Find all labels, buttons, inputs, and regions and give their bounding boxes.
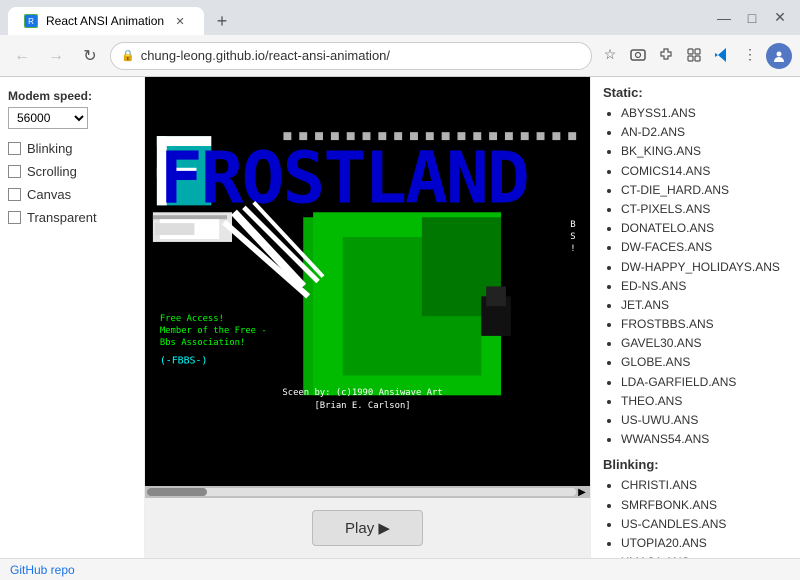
list-item[interactable]: CT-DIE_HARD.ANS: [621, 181, 788, 200]
scrollbar-track[interactable]: [147, 488, 576, 496]
scrolling-label: Scrolling: [27, 164, 77, 179]
minimize-button[interactable]: —: [712, 6, 736, 30]
browser-tab[interactable]: R React ANSI Animation ✕: [8, 7, 204, 35]
vscode-icon[interactable]: [710, 43, 734, 67]
play-button[interactable]: Play ▶: [312, 510, 423, 546]
blinking-checkbox-item[interactable]: Blinking: [8, 141, 136, 156]
list-item[interactable]: THEO.ANS: [621, 392, 788, 411]
blinking-checkbox[interactable]: [8, 142, 21, 155]
reload-button[interactable]: ↻: [76, 42, 104, 70]
svg-text:Member of the Free -: Member of the Free -: [160, 326, 267, 336]
list-item[interactable]: JET.ANS: [621, 296, 788, 315]
list-item[interactable]: DW-FACES.ANS: [621, 238, 788, 257]
list-item[interactable]: AN-D2.ANS: [621, 123, 788, 142]
window-controls: — □ ✕: [712, 6, 792, 30]
back-button[interactable]: ←: [8, 42, 36, 70]
svg-text:[Brian E. Carlson]: [Brian E. Carlson]: [314, 401, 410, 411]
more-icon[interactable]: ⋮: [738, 43, 762, 67]
github-repo-link[interactable]: GitHub repo: [10, 563, 75, 577]
list-item[interactable]: CT-PIXELS.ANS: [621, 200, 788, 219]
blinking-file-list: CHRISTI.ANS SMRFBONK.ANS US-CANDLES.ANS …: [603, 476, 788, 558]
extensions-icon[interactable]: [654, 43, 678, 67]
svg-text:R: R: [28, 17, 34, 26]
toolbar: ← → ↻ 🔒 chung-leong.github.io/react-ansi…: [0, 35, 800, 77]
modem-label: Modem speed:: [8, 89, 136, 103]
static-section-title: Static:: [603, 85, 788, 100]
list-item[interactable]: BK_KING.ANS: [621, 142, 788, 161]
scrolling-checkbox[interactable]: [8, 165, 21, 178]
bookmark-icon[interactable]: ☆: [598, 43, 622, 67]
tab-manager-icon[interactable]: [682, 43, 706, 67]
transparent-checkbox[interactable]: [8, 211, 21, 224]
svg-text:(-FBBS-): (-FBBS-): [160, 356, 208, 367]
modem-speed-select[interactable]: 56000 28800 14400 9600 2400: [8, 107, 88, 129]
bottom-bar: GitHub repo: [0, 558, 800, 580]
forward-button[interactable]: →: [42, 42, 70, 70]
ansi-art-svg: FROSTLAND Sysop is David Taylor (Frosty)…: [145, 77, 590, 486]
list-item[interactable]: LDA-GARFIELD.ANS: [621, 373, 788, 392]
address-bar[interactable]: 🔒 chung-leong.github.io/react-ansi-anima…: [110, 42, 592, 70]
list-item[interactable]: US-CANDLES.ANS: [621, 515, 788, 534]
play-area: Play ▶: [145, 498, 590, 558]
browser-frame: R React ANSI Animation ✕ + — □ ✕ ← → ↻ 🔒…: [0, 0, 800, 580]
svg-text:B: B: [570, 220, 575, 230]
list-item[interactable]: WWANS54.ANS: [621, 430, 788, 449]
canvas-checkbox[interactable]: [8, 188, 21, 201]
right-panel: Static: ABYSS1.ANS AN-D2.ANS BK_KING.ANS…: [590, 77, 800, 558]
svg-text:Free Access!: Free Access!: [160, 314, 224, 324]
static-file-list: ABYSS1.ANS AN-D2.ANS BK_KING.ANS COMICS1…: [603, 104, 788, 449]
svg-text:FROSTLAND: FROSTLAND: [160, 136, 528, 219]
list-item[interactable]: CHRISTI.ANS: [621, 476, 788, 495]
title-bar: R React ANSI Animation ✕ + — □ ✕: [0, 0, 800, 35]
list-item[interactable]: US-UWU.ANS: [621, 411, 788, 430]
maximize-button[interactable]: □: [740, 6, 764, 30]
close-button[interactable]: ✕: [768, 6, 792, 30]
lock-icon: 🔒: [121, 49, 135, 62]
tab-close-button[interactable]: ✕: [172, 13, 188, 29]
list-item[interactable]: DONATELO.ANS: [621, 219, 788, 238]
scrollbar-area: ▶: [145, 486, 590, 498]
list-item[interactable]: ED-NS.ANS: [621, 277, 788, 296]
blinking-label: Blinking: [27, 141, 73, 156]
ansi-display: FROSTLAND Sysop is David Taylor (Frosty)…: [145, 77, 590, 486]
transparent-checkbox-item[interactable]: Transparent: [8, 210, 136, 225]
scrollbar-thumb[interactable]: [147, 488, 207, 496]
scrollbar-right-button[interactable]: ▶: [576, 486, 588, 498]
main-content: Modem speed: 56000 28800 14400 9600 2400…: [0, 77, 800, 558]
canvas-checkbox-item[interactable]: Canvas: [8, 187, 136, 202]
blinking-section-title: Blinking:: [603, 457, 788, 472]
svg-text:S: S: [570, 232, 575, 242]
list-item[interactable]: ABYSS1.ANS: [621, 104, 788, 123]
tab-title: React ANSI Animation: [46, 14, 164, 28]
address-text: chung-leong.github.io/react-ansi-animati…: [141, 48, 390, 63]
profile-icon[interactable]: [766, 43, 792, 69]
tab-strip: R React ANSI Animation ✕ +: [8, 0, 236, 35]
tab-favicon: R: [24, 14, 38, 28]
toolbar-icons: ☆ ⋮: [598, 43, 792, 69]
list-item[interactable]: COMICS14.ANS: [621, 162, 788, 181]
screenshot-icon[interactable]: [626, 43, 650, 67]
list-item[interactable]: FROSTBBS.ANS: [621, 315, 788, 334]
center-panel: FROSTLAND Sysop is David Taylor (Frosty)…: [145, 77, 590, 558]
list-item[interactable]: GLOBE.ANS: [621, 353, 788, 372]
svg-text:Sceen by: (c)1990 Ansiwave Ar: Sceen by: (c)1990 Ansiwave Art: [282, 388, 442, 398]
canvas-label: Canvas: [27, 187, 71, 202]
list-item[interactable]: UTOPIA20.ANS: [621, 534, 788, 553]
scrolling-checkbox-item[interactable]: Scrolling: [8, 164, 136, 179]
svg-text:Bbs Association!: Bbs Association!: [160, 338, 246, 348]
left-panel: Modem speed: 56000 28800 14400 9600 2400…: [0, 77, 145, 558]
svg-text:!: !: [570, 244, 575, 254]
transparent-label: Transparent: [27, 210, 97, 225]
list-item[interactable]: GAVEL30.ANS: [621, 334, 788, 353]
new-tab-button[interactable]: +: [208, 7, 236, 35]
list-item[interactable]: DW-HAPPY_HOLIDAYS.ANS: [621, 258, 788, 277]
list-item[interactable]: SMRFBONK.ANS: [621, 496, 788, 515]
